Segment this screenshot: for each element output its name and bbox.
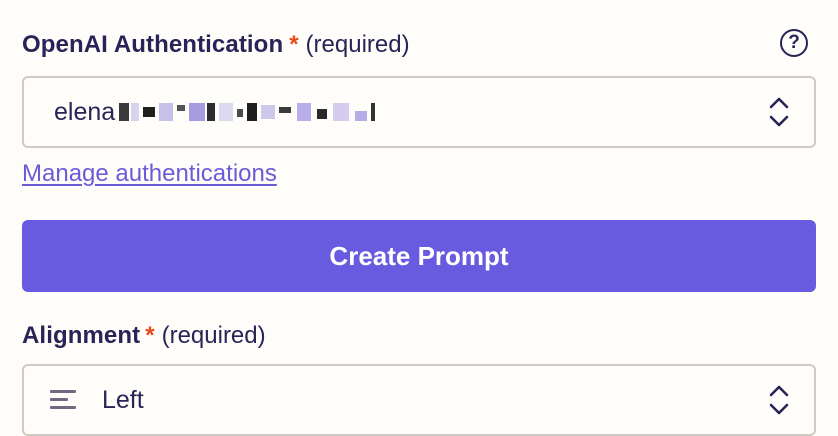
alignment-field-label: Alignment bbox=[22, 322, 141, 349]
auth-select[interactable]: elena bbox=[22, 76, 816, 148]
alignment-field-header: Alignment * (required) bbox=[22, 321, 816, 351]
required-star: * bbox=[145, 322, 155, 349]
alignment-select[interactable]: Left bbox=[22, 364, 816, 436]
auth-select-value: elena bbox=[54, 97, 376, 127]
redacted-email bbox=[119, 103, 376, 121]
auth-account-name: elena bbox=[54, 97, 116, 126]
question-circle-icon[interactable]: ? bbox=[780, 29, 808, 57]
auth-field-header: OpenAI Authentication * (required) ? bbox=[22, 29, 816, 60]
required-text: (required) bbox=[305, 31, 410, 58]
create-prompt-button[interactable]: Create Prompt bbox=[22, 220, 816, 292]
required-star: * bbox=[289, 31, 299, 58]
chevron-up-down-icon bbox=[769, 385, 789, 415]
auth-field-label: OpenAI Authentication bbox=[22, 31, 284, 58]
required-text: (required) bbox=[161, 322, 266, 349]
chevron-up-down-icon bbox=[769, 97, 789, 127]
manage-authentications-link[interactable]: Manage authentications bbox=[22, 160, 277, 188]
align-left-icon bbox=[50, 390, 76, 410]
alignment-select-value: Left bbox=[102, 385, 144, 414]
